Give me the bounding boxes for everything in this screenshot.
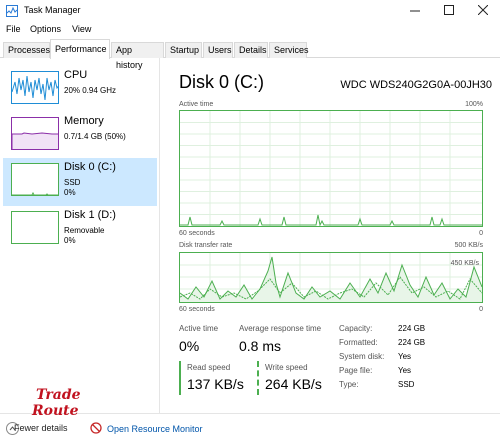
- capacity-label: Capacity:: [339, 324, 373, 333]
- write-speed-label: Write speed: [265, 363, 308, 372]
- active-time-graph-label: Active time: [179, 101, 214, 108]
- task-manager-icon: [6, 5, 18, 17]
- memory-usage: 0.7/1.4 GB (50%): [64, 132, 126, 141]
- system-disk-value: Yes: [398, 352, 412, 361]
- menu-bar: File Options View: [0, 23, 500, 38]
- avg-response-label: Average response time: [239, 324, 322, 333]
- fewer-details-link[interactable]: Fewer details: [14, 423, 68, 433]
- disk0-thumbnail-graph: [11, 163, 59, 196]
- active-time-value: 0%: [179, 338, 200, 354]
- watermark-line1: Trade: [36, 387, 81, 403]
- memory-label: Memory: [64, 115, 104, 127]
- disk1-usage: 0%: [64, 236, 76, 245]
- memory-sparkline: [12, 132, 58, 149]
- active-time-plot: [180, 111, 482, 226]
- minimize-icon: [410, 10, 420, 12]
- disk0-type: SSD: [64, 178, 81, 187]
- page-file-label: Page file:: [339, 366, 373, 375]
- disk-title: Disk 0 (C:): [179, 72, 264, 92]
- disk0-sparkline: [12, 191, 58, 195]
- tab-bar: Processes Performance App history Startu…: [0, 39, 500, 70]
- tab-startup[interactable]: Startup: [165, 42, 202, 58]
- transfer-rate-graph: 450 KB/s: [179, 252, 483, 303]
- read-speed-box: Read speed 137 KB/s: [179, 361, 249, 395]
- disk1-label: Disk 1 (D:): [64, 209, 116, 221]
- sidebar-item-disk1[interactable]: Disk 1 (D:) Removable 0%: [3, 206, 157, 254]
- transfer-rate-graph-label: Disk transfer rate: [179, 242, 233, 249]
- cpu-thumbnail-graph: [11, 71, 59, 104]
- page-file-value: Yes: [398, 366, 412, 375]
- sidebar-item-disk0[interactable]: Disk 0 (C:) SSD 0%: [3, 158, 157, 206]
- resource-sidebar: CPU 20% 0.94 GHz Memory 0.7/1.4 GB (50%)…: [0, 58, 160, 413]
- menu-file[interactable]: File: [6, 24, 21, 34]
- window-title: Task Manager: [24, 5, 81, 15]
- sidebar-item-cpu[interactable]: CPU 20% 0.94 GHz: [3, 66, 157, 114]
- cpu-sparkline: [12, 75, 58, 101]
- tab-app-history[interactable]: App history: [111, 42, 164, 70]
- menu-view[interactable]: View: [72, 24, 91, 34]
- open-resource-monitor-link[interactable]: Open Resource Monitor: [107, 424, 203, 434]
- capacity-value: 224 GB: [398, 324, 426, 333]
- watermark-line2: Route: [32, 403, 79, 419]
- tab-users[interactable]: Users: [203, 42, 233, 58]
- cpu-label: CPU: [64, 69, 88, 81]
- active-time-graph-zero: 0: [479, 230, 483, 237]
- tab-services[interactable]: Services: [269, 42, 309, 58]
- disk-model: WDC WDS240G2G0A-00JH30: [340, 79, 492, 91]
- sidebar-item-memory[interactable]: Memory 0.7/1.4 GB (50%): [3, 112, 157, 160]
- tab-processes[interactable]: Processes: [3, 42, 50, 58]
- menu-options[interactable]: Options: [30, 24, 61, 34]
- memory-thumbnail-graph: [11, 117, 59, 150]
- maximize-icon: [444, 5, 454, 15]
- minimize-button[interactable]: [398, 0, 432, 22]
- resource-monitor-icon: [90, 422, 102, 434]
- tab-performance[interactable]: Performance: [50, 39, 110, 59]
- transfer-rate-graph-mid: 450 KB/s: [450, 260, 479, 267]
- title-bar: Task Manager: [0, 0, 500, 22]
- active-time-graph: [179, 110, 483, 227]
- active-time-graph-max: 100%: [465, 101, 483, 108]
- disk1-type: Removable: [64, 226, 105, 235]
- close-button[interactable]: [466, 0, 500, 22]
- transfer-rate-plot: [180, 253, 482, 302]
- avg-response-value: 0.8 ms: [239, 338, 282, 354]
- bottom-bar: Trade Route Fewer details Open Resource …: [0, 387, 500, 445]
- disk0-label: Disk 0 (C:): [64, 161, 116, 173]
- type-value: SSD: [398, 380, 415, 389]
- read-speed-value: 137 KB/s: [187, 376, 244, 392]
- disk0-usage: 0%: [64, 188, 76, 197]
- formatted-label: Formatted:: [339, 338, 378, 347]
- tab-details[interactable]: Details: [234, 42, 268, 58]
- active-time-graph-duration: 60 seconds: [179, 230, 215, 237]
- formatted-value: 224 GB: [398, 338, 426, 347]
- disk-detail-panel: Disk 0 (C:) WDC WDS240G2G0A-00JH30 Activ…: [163, 58, 500, 413]
- type-label: Type:: [339, 380, 359, 389]
- read-speed-label: Read speed: [187, 363, 231, 372]
- close-icon: [477, 4, 489, 16]
- disk1-thumbnail-graph: [11, 211, 59, 244]
- cpu-usage: 20% 0.94 GHz: [64, 86, 117, 95]
- system-disk-label: System disk:: [339, 352, 385, 361]
- write-speed-value: 264 KB/s: [265, 376, 322, 392]
- transfer-rate-graph-max: 500 KB/s: [454, 242, 483, 249]
- maximize-button[interactable]: [432, 0, 466, 22]
- transfer-rate-graph-duration: 60 seconds: [179, 306, 215, 313]
- active-time-label: Active time: [179, 324, 219, 333]
- transfer-rate-graph-zero: 0: [479, 306, 483, 313]
- write-speed-box: Write speed 264 KB/s: [257, 361, 329, 395]
